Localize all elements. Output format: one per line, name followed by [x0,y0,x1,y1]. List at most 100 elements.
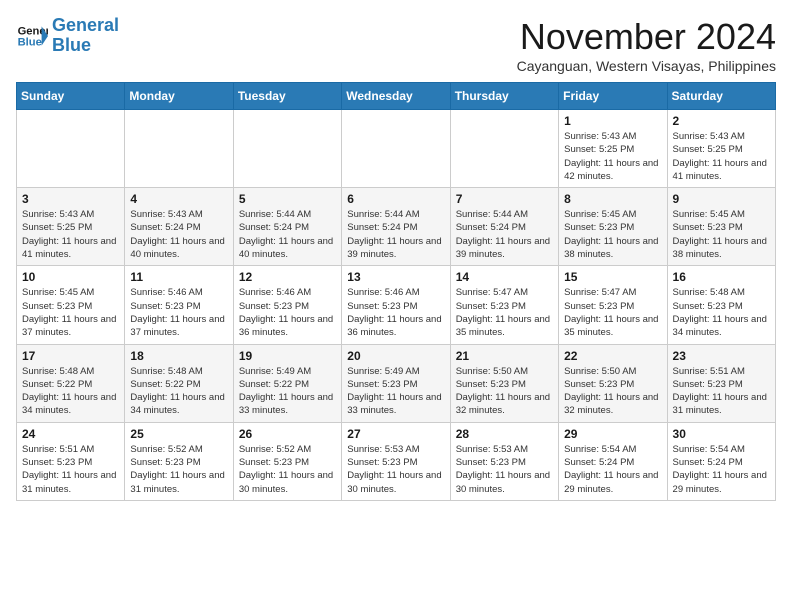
logo: General Blue General Blue [16,16,119,56]
title-section: November 2024 Cayanguan, Western Visayas… [517,16,776,74]
day-number: 26 [239,427,336,441]
day-number: 14 [456,270,553,284]
logo-text-line2: Blue [52,36,119,56]
calendar-cell [125,110,233,188]
day-info: Sunrise: 5:45 AM Sunset: 5:23 PM Dayligh… [564,208,661,261]
day-number: 30 [673,427,770,441]
day-number: 25 [130,427,227,441]
month-title: November 2024 [517,16,776,58]
day-number: 19 [239,349,336,363]
day-info: Sunrise: 5:46 AM Sunset: 5:23 PM Dayligh… [239,286,336,339]
day-info: Sunrise: 5:44 AM Sunset: 5:24 PM Dayligh… [456,208,553,261]
calendar-cell: 15 Sunrise: 5:47 AM Sunset: 5:23 PM Dayli… [559,266,667,344]
day-info: Sunrise: 5:47 AM Sunset: 5:23 PM Dayligh… [564,286,661,339]
calendar-cell: 5Sunrise: 5:44 AM Sunset: 5:24 PM Daylig… [233,188,341,266]
calendar-cell [342,110,450,188]
day-number: 12 [239,270,336,284]
day-info: Sunrise: 5:47 AM Sunset: 5:23 PM Dayligh… [456,286,553,339]
calendar-cell: 25 Sunrise: 5:52 AM Sunset: 5:23 PM Dayli… [125,422,233,500]
day-number: 11 [130,270,227,284]
day-number: 9 [673,192,770,206]
calendar-cell: 22Sunrise: 5:50 AM Sunset: 5:23 PM Dayli… [559,344,667,422]
calendar-cell: 1 Sunrise: 5:43 AM Sunset: 5:25 PM Daylig… [559,110,667,188]
calendar-cell: 28 Sunrise: 5:53 AM Sunset: 5:23 PM Dayli… [450,422,558,500]
day-number: 8 [564,192,661,206]
calendar-cell: 19 Sunrise: 5:49 AM Sunset: 5:22 PM Dayli… [233,344,341,422]
day-number: 3 [22,192,119,206]
calendar-cell: 14 Sunrise: 5:47 AM Sunset: 5:23 PM Dayli… [450,266,558,344]
day-info: Sunrise: 5:54 AM Sunset: 5:24 PM Dayligh… [564,443,661,496]
day-number: 1 [564,114,661,128]
page-header: General Blue General Blue November 2024 … [16,16,776,74]
day-info: Sunrise: 5:43 AM Sunset: 5:25 PM Dayligh… [564,130,661,183]
day-info: Sunrise: 5:45 AM Sunset: 5:23 PM Dayligh… [22,286,119,339]
day-info: Sunrise: 5:48 AM Sunset: 5:23 PM Dayligh… [673,286,770,339]
day-number: 29 [564,427,661,441]
calendar-cell: 20 Sunrise: 5:49 AM Sunset: 5:23 PM Dayli… [342,344,450,422]
day-info: Sunrise: 5:48 AM Sunset: 5:22 PM Dayligh… [22,365,119,418]
day-number: 7 [456,192,553,206]
calendar-cell: 9 Sunrise: 5:45 AM Sunset: 5:23 PM Daylig… [667,188,775,266]
calendar-week-row: 1 Sunrise: 5:43 AM Sunset: 5:25 PM Daylig… [17,110,776,188]
day-info: Sunrise: 5:53 AM Sunset: 5:23 PM Dayligh… [347,443,444,496]
calendar-cell: 4 Sunrise: 5:43 AM Sunset: 5:24 PM Daylig… [125,188,233,266]
calendar-cell: 12 Sunrise: 5:46 AM Sunset: 5:23 PM Dayli… [233,266,341,344]
day-info: Sunrise: 5:51 AM Sunset: 5:23 PM Dayligh… [22,443,119,496]
calendar-cell: 17 Sunrise: 5:48 AM Sunset: 5:22 PM Dayli… [17,344,125,422]
day-info: Sunrise: 5:43 AM Sunset: 5:25 PM Dayligh… [22,208,119,261]
calendar-cell: 8 Sunrise: 5:45 AM Sunset: 5:23 PM Daylig… [559,188,667,266]
weekday-header-thursday: Thursday [450,83,558,110]
day-number: 4 [130,192,227,206]
calendar-cell: 29 Sunrise: 5:54 AM Sunset: 5:24 PM Dayli… [559,422,667,500]
day-number: 24 [22,427,119,441]
calendar-cell: 26 Sunrise: 5:52 AM Sunset: 5:23 PM Dayli… [233,422,341,500]
calendar-cell: 6Sunrise: 5:44 AM Sunset: 5:24 PM Daylig… [342,188,450,266]
calendar-week-row: 10 Sunrise: 5:45 AM Sunset: 5:23 PM Dayli… [17,266,776,344]
day-info: Sunrise: 5:43 AM Sunset: 5:24 PM Dayligh… [130,208,227,261]
day-info: Sunrise: 5:53 AM Sunset: 5:23 PM Dayligh… [456,443,553,496]
logo-icon: General Blue [16,20,48,52]
weekday-header-tuesday: Tuesday [233,83,341,110]
calendar-cell: 11 Sunrise: 5:46 AM Sunset: 5:23 PM Dayli… [125,266,233,344]
calendar-cell: 7 Sunrise: 5:44 AM Sunset: 5:24 PM Daylig… [450,188,558,266]
weekday-header-sunday: Sunday [17,83,125,110]
weekday-header-monday: Monday [125,83,233,110]
calendar-cell: 30 Sunrise: 5:54 AM Sunset: 5:24 PM Dayli… [667,422,775,500]
day-info: Sunrise: 5:49 AM Sunset: 5:22 PM Dayligh… [239,365,336,418]
day-info: Sunrise: 5:45 AM Sunset: 5:23 PM Dayligh… [673,208,770,261]
calendar-cell: 24 Sunrise: 5:51 AM Sunset: 5:23 PM Dayli… [17,422,125,500]
day-number: 16 [673,270,770,284]
calendar-week-row: 17 Sunrise: 5:48 AM Sunset: 5:22 PM Dayli… [17,344,776,422]
day-number: 6 [347,192,444,206]
day-number: 10 [22,270,119,284]
day-info: Sunrise: 5:46 AM Sunset: 5:23 PM Dayligh… [130,286,227,339]
day-number: 28 [456,427,553,441]
day-number: 22 [564,349,661,363]
calendar-cell: 3 Sunrise: 5:43 AM Sunset: 5:25 PM Daylig… [17,188,125,266]
calendar-cell: 10 Sunrise: 5:45 AM Sunset: 5:23 PM Dayli… [17,266,125,344]
svg-text:Blue: Blue [18,36,42,48]
location-subtitle: Cayanguan, Western Visayas, Philippines [517,58,776,74]
day-info: Sunrise: 5:46 AM Sunset: 5:23 PM Dayligh… [347,286,444,339]
day-number: 18 [130,349,227,363]
calendar-cell: 13Sunrise: 5:46 AM Sunset: 5:23 PM Dayli… [342,266,450,344]
calendar-cell [450,110,558,188]
calendar-table: SundayMondayTuesdayWednesdayThursdayFrid… [16,82,776,501]
day-info: Sunrise: 5:51 AM Sunset: 5:23 PM Dayligh… [673,365,770,418]
day-number: 2 [673,114,770,128]
day-number: 27 [347,427,444,441]
day-info: Sunrise: 5:52 AM Sunset: 5:23 PM Dayligh… [130,443,227,496]
calendar-cell: 21Sunrise: 5:50 AM Sunset: 5:23 PM Dayli… [450,344,558,422]
day-info: Sunrise: 5:49 AM Sunset: 5:23 PM Dayligh… [347,365,444,418]
day-number: 15 [564,270,661,284]
day-number: 20 [347,349,444,363]
calendar-cell [17,110,125,188]
day-info: Sunrise: 5:50 AM Sunset: 5:23 PM Dayligh… [456,365,553,418]
day-info: Sunrise: 5:54 AM Sunset: 5:24 PM Dayligh… [673,443,770,496]
logo-text-line1: General [52,16,119,36]
day-number: 17 [22,349,119,363]
weekday-header-wednesday: Wednesday [342,83,450,110]
calendar-week-row: 24 Sunrise: 5:51 AM Sunset: 5:23 PM Dayli… [17,422,776,500]
day-number: 5 [239,192,336,206]
day-info: Sunrise: 5:52 AM Sunset: 5:23 PM Dayligh… [239,443,336,496]
